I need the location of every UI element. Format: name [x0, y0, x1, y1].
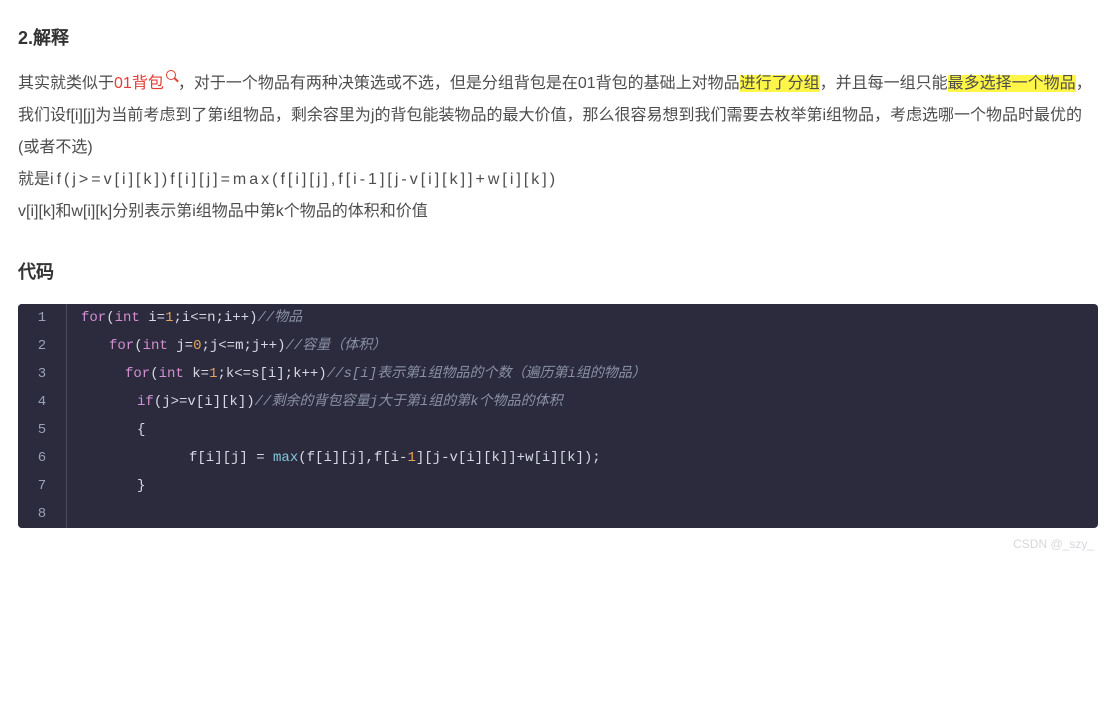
code-heading: 代码	[18, 254, 1098, 290]
code-line: for(int j=0;j<=m;j++)//容量（体积）	[66, 332, 1098, 360]
section-heading: 2.解释	[18, 20, 1098, 56]
code-line: for(int k=1;k<=s[i];k++)//s[i]表示第i组物品的个数…	[66, 360, 1098, 388]
text-fragment: 其实就类似于	[18, 75, 114, 92]
code-line	[66, 500, 1098, 528]
text-fragment: ，并且每一组只能	[820, 75, 948, 92]
text-fragment: 我们设f[i][j]为当前考虑到了第i组物品，剩余容里为j的背包能装物品的最大价…	[18, 107, 1082, 156]
line-number: 3	[18, 360, 66, 388]
line-number: 1	[18, 304, 66, 332]
formula-text: if(j>=v[i][k])f[i][j]=max(f[i][j],f[i-1]…	[50, 171, 558, 188]
code-line: }	[66, 472, 1098, 500]
link-01-knapsack[interactable]: 01背包	[114, 75, 164, 92]
line-number: 5	[18, 416, 66, 444]
line-number: 4	[18, 388, 66, 416]
code-line: for(int i=1;i<=n;i++)//物品	[66, 304, 1098, 332]
line-number: 7	[18, 472, 66, 500]
text-fragment: ，	[1076, 75, 1092, 92]
watermark: CSDN @_szy_	[18, 532, 1098, 556]
text-fragment: ，对于一个物品有两种决策选或不选，但是分组背包是在01背包的基础上对物品	[178, 75, 740, 92]
explanation-paragraph: 其实就类似于01背包 ，对于一个物品有两种决策选或不选，但是分组背包是在01背包的…	[18, 68, 1098, 228]
highlight-grouped: 进行了分组	[740, 75, 820, 92]
line-number: 8	[18, 500, 66, 528]
text-fragment: 就是	[18, 171, 50, 188]
search-icon[interactable]	[166, 70, 178, 82]
text-fragment: v[i][k]和w[i][k]分别表示第i组物品中第k个物品的体积和价值	[18, 203, 428, 220]
code-line: {	[66, 416, 1098, 444]
highlight-atmostone: 最多选择一个物品	[948, 75, 1076, 92]
line-number: 2	[18, 332, 66, 360]
code-line: f[i][j] = max(f[i][j],f[i-1][j-v[i][k]]+…	[66, 444, 1098, 472]
code-block: 1 for(int i=1;i<=n;i++)//物品 2 for(int j=…	[18, 304, 1098, 528]
code-line: if(j>=v[i][k])//剩余的背包容量j大于第i组的第k个物品的体积	[66, 388, 1098, 416]
line-number: 6	[18, 444, 66, 472]
